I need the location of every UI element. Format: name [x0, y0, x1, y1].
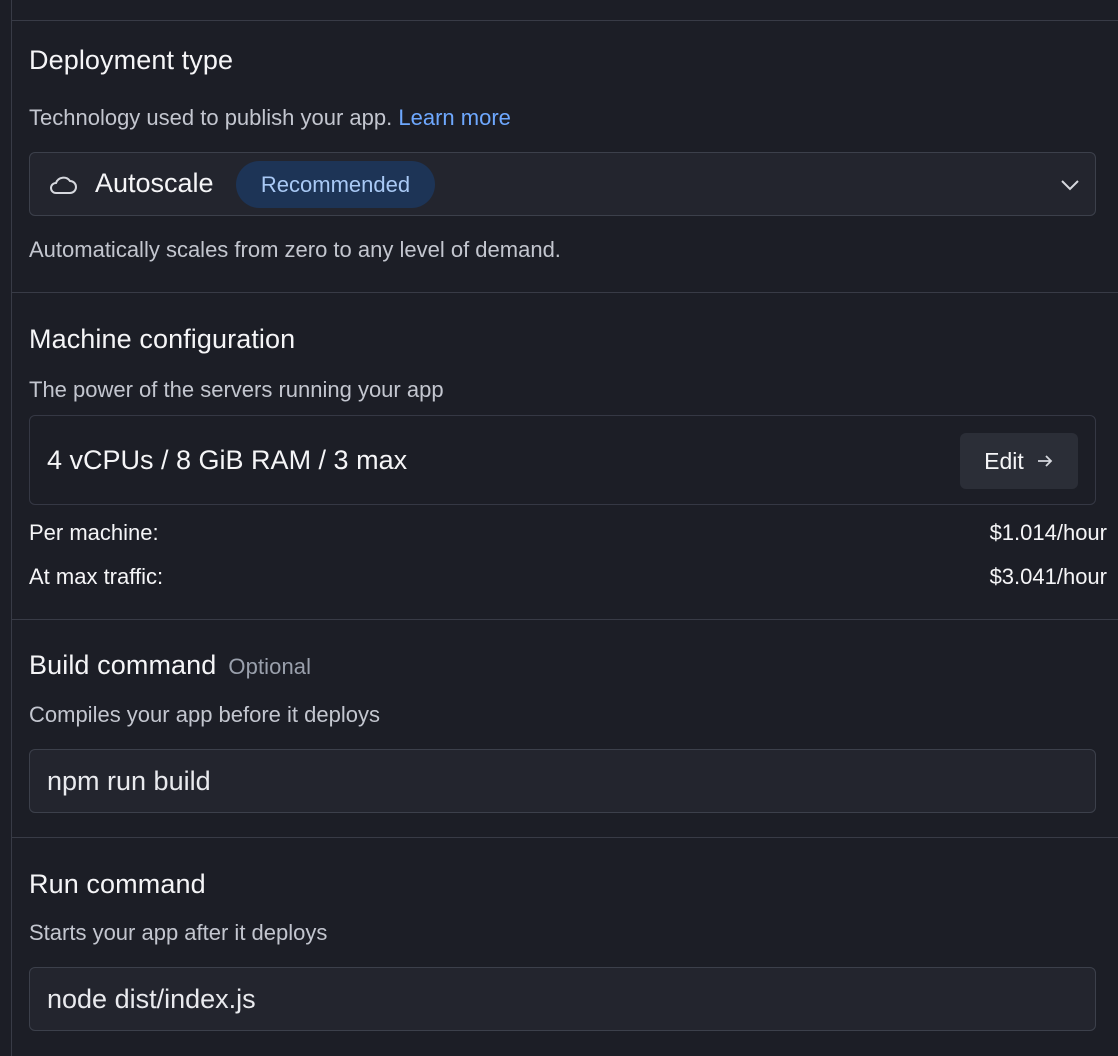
recommended-badge: Recommended	[236, 161, 435, 208]
machine-config-value: 4 vCPUs / 8 GiB RAM / 3 max	[47, 445, 408, 475]
chevron-down-icon[interactable]	[1059, 176, 1081, 194]
deployment-settings-panel: Deployment type Technology used to publi…	[11, 0, 1118, 1056]
deployment-type-value: Autoscale	[95, 168, 214, 198]
max-traffic-price: $3.041/hour	[989, 564, 1107, 589]
machine-configuration-title: Machine configuration	[29, 324, 296, 354]
max-traffic-label: At max traffic:	[29, 564, 164, 589]
edit-machine-button[interactable]: Edit	[960, 433, 1078, 489]
machine-configuration-description: The power of the servers running your ap…	[29, 377, 444, 402]
edit-button-label: Edit	[984, 447, 1024, 474]
run-command-description: Starts your app after it deploys	[29, 920, 328, 945]
build-command-title-row: Build command Optional	[29, 650, 311, 681]
deployment-type-description: Technology used to publish your app. Lea…	[29, 105, 511, 131]
run-command-input[interactable]: node dist/index.js	[29, 967, 1096, 1031]
run-command-section: Run command Starts your app after it dep…	[12, 837, 1118, 1056]
run-command-title: Run command	[29, 869, 206, 899]
max-traffic-row: At max traffic: $3.041/hour	[29, 564, 1107, 590]
cloud-icon	[50, 176, 77, 194]
deployment-type-help: Automatically scales from zero to any le…	[29, 237, 561, 262]
deployment-type-section: Deployment type Technology used to publi…	[12, 20, 1118, 292]
per-machine-row: Per machine: $1.014/hour	[29, 520, 1107, 546]
build-command-title: Build command	[29, 650, 217, 680]
build-command-description: Compiles your app before it deploys	[29, 702, 380, 727]
deployment-type-select[interactable]: Autoscale Recommended	[29, 152, 1096, 216]
per-machine-price: $1.014/hour	[989, 520, 1107, 545]
deployment-description-text: Technology used to publish your app.	[29, 105, 393, 130]
arrow-right-icon	[1037, 455, 1053, 467]
build-command-input[interactable]: npm run build	[29, 749, 1096, 813]
machine-configuration-section: Machine configuration The power of the s…	[12, 292, 1118, 619]
per-machine-label: Per machine:	[29, 520, 159, 545]
build-command-section: Build command Optional Compiles your app …	[12, 619, 1118, 837]
optional-label: Optional	[228, 654, 312, 679]
learn-more-link[interactable]: Learn more	[398, 105, 511, 130]
deployment-type-title: Deployment type	[29, 45, 234, 75]
machine-config-card: 4 vCPUs / 8 GiB RAM / 3 max Edit	[29, 415, 1096, 505]
